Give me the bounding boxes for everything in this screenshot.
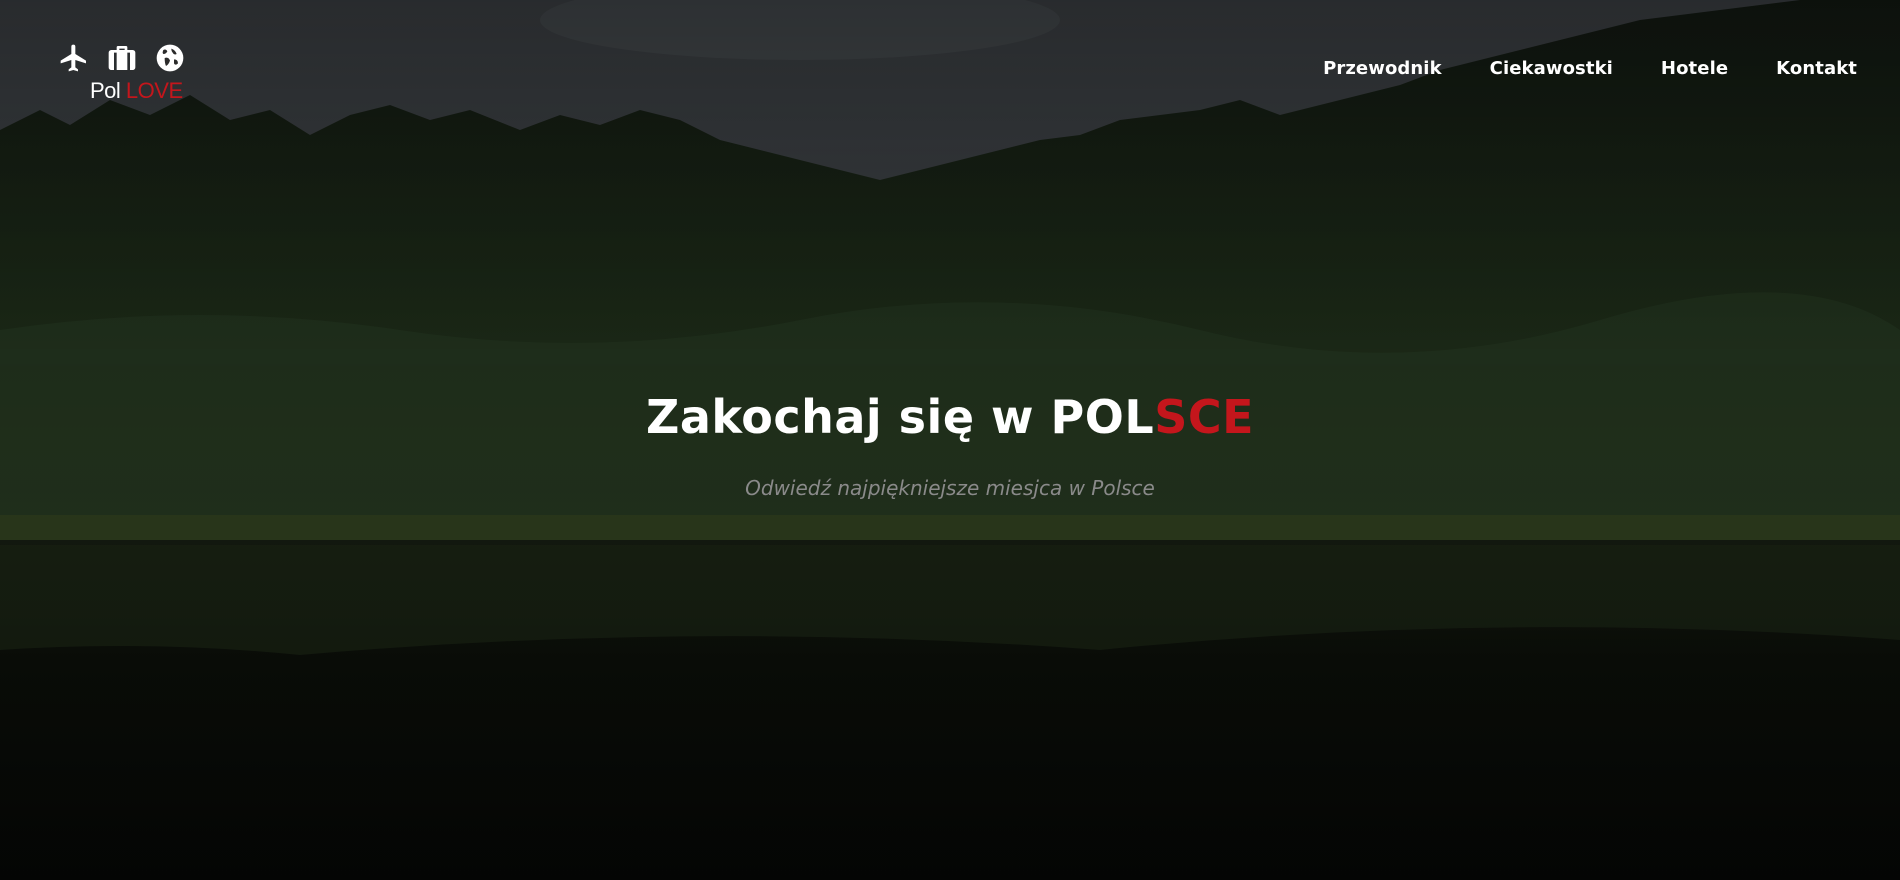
hero-subtitle: Odwiedź najpiękniejsze miesjca w Polsce xyxy=(745,476,1155,500)
logo-text: Pol LOVE xyxy=(90,78,183,104)
hero-title-main: Zakochaj się w POL xyxy=(645,390,1155,444)
logo-icons xyxy=(58,40,192,76)
nav-item-ciekawostki[interactable]: Ciekawostki xyxy=(1490,58,1613,79)
hero-title-accent: SCE xyxy=(1154,390,1254,444)
globe-icon xyxy=(156,44,184,72)
main-navigation: Przewodnik Ciekawostki Hotele Kontakt xyxy=(1323,58,1857,79)
hero-section: Pol LOVE Przewodnik Ciekawostki Hotele K… xyxy=(0,0,1900,880)
hero-title: Zakochaj się w POLSCE xyxy=(0,390,1900,444)
suitcase-icon xyxy=(108,46,136,70)
nav-item-hotele[interactable]: Hotele xyxy=(1661,58,1728,79)
logo-text-love: LOVE xyxy=(125,78,183,103)
logo-text-pol: Pol xyxy=(90,78,121,103)
nav-item-kontakt[interactable]: Kontakt xyxy=(1776,58,1857,79)
airplane-icon xyxy=(60,44,86,72)
nav-item-przewodnik[interactable]: Przewodnik xyxy=(1323,58,1442,79)
logo[interactable]: Pol LOVE xyxy=(58,40,192,104)
